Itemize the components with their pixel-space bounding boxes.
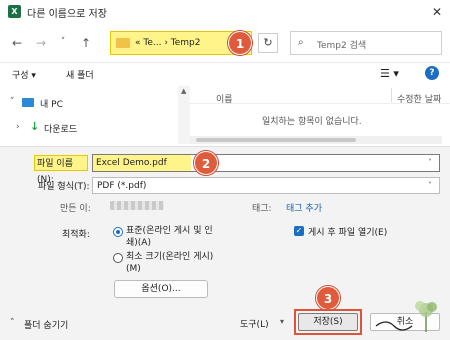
header-divider bbox=[190, 103, 450, 104]
new-folder-button[interactable]: 새 폴더 bbox=[66, 68, 94, 81]
chevron-down-icon[interactable]: ˅ bbox=[428, 181, 432, 190]
step-badge-1: 1 bbox=[228, 31, 252, 55]
watermark-logo bbox=[375, 301, 437, 332]
save-button[interactable]: 저장(S) bbox=[298, 313, 358, 331]
search-icon: ⌕ bbox=[298, 37, 304, 48]
optimize-label: 최적화: bbox=[62, 230, 90, 240]
refresh-icon[interactable]: ↻ bbox=[258, 33, 278, 53]
file-type-select[interactable]: PDF (*.pdf) ˅ bbox=[92, 177, 440, 194]
navigation-pane bbox=[0, 86, 178, 144]
hide-folders-button[interactable]: 폴더 숨기기 bbox=[24, 318, 68, 331]
options-button[interactable]: 옵션(O)... bbox=[114, 280, 208, 298]
organize-menu-button[interactable]: 구성 ▾ bbox=[12, 68, 36, 81]
chevron-up-icon[interactable]: ˄ bbox=[10, 318, 15, 328]
search-input[interactable]: Temp2 검색 bbox=[317, 38, 366, 51]
scroll-up-arrow-icon[interactable]: ▲ bbox=[181, 87, 186, 95]
author-value-blurred[interactable] bbox=[110, 201, 164, 210]
tools-dropdown-icon[interactable]: ▾ bbox=[280, 317, 284, 326]
step-badge-3: 3 bbox=[316, 286, 340, 310]
view-options-icon[interactable]: ☰ ▾ bbox=[380, 67, 399, 80]
optimize-standard-radio[interactable] bbox=[113, 227, 123, 237]
computer-icon bbox=[22, 98, 34, 107]
optimize-minimum-radio[interactable] bbox=[113, 253, 123, 263]
open-after-publish-label[interactable]: 게시 후 파일 열기(E) bbox=[308, 225, 387, 238]
file-type-value: PDF (*.pdf) bbox=[97, 181, 147, 191]
step-badge-2: 2 bbox=[194, 151, 218, 175]
breadcrumb[interactable]: « Te... › Temp2 bbox=[135, 38, 201, 48]
download-icon: ↓ bbox=[30, 120, 40, 133]
close-button[interactable]: ✕ bbox=[428, 3, 446, 21]
tree-item-downloads[interactable]: 다운로드 bbox=[44, 122, 77, 135]
tools-menu-button[interactable]: 도구(L) bbox=[240, 317, 269, 330]
excel-app-icon: X bbox=[8, 5, 21, 18]
file-type-label: 파일 형식(T): bbox=[38, 182, 90, 192]
add-tag-link[interactable]: 태그 추가 bbox=[286, 201, 322, 214]
up-arrow-icon[interactable]: ↑ bbox=[78, 34, 94, 52]
scrollbar-thumb[interactable] bbox=[196, 138, 356, 142]
optimize-standard-label[interactable]: 표준(온라인 게시 및 인쇄)(A) bbox=[126, 225, 220, 249]
window-title: 다른 이름으로 저장 bbox=[27, 9, 107, 20]
forward-arrow-icon[interactable]: → bbox=[33, 34, 49, 52]
expand-chevron-icon[interactable]: ˅ bbox=[10, 97, 15, 107]
optimize-minimum-label[interactable]: 최소 크기(온라인 게시)(M) bbox=[126, 251, 220, 275]
recent-locations-chevron-icon[interactable]: ˅ bbox=[55, 33, 71, 51]
folder-icon bbox=[116, 38, 130, 48]
file-name-label: 파일 이름(N): bbox=[34, 155, 88, 185]
tags-label: 태그: bbox=[252, 204, 272, 214]
back-arrow-icon[interactable]: ← bbox=[9, 34, 25, 52]
chevron-down-icon[interactable]: ˅ bbox=[428, 158, 432, 167]
toolbar-divider bbox=[0, 62, 450, 63]
empty-folder-message: 일치하는 항목이 없습니다. bbox=[262, 117, 362, 127]
author-label: 만든 이: bbox=[60, 204, 91, 214]
open-after-publish-checkbox[interactable]: ✓ bbox=[294, 226, 304, 236]
help-icon[interactable]: ? bbox=[425, 66, 439, 80]
tree-item-this-pc[interactable]: 내 PC bbox=[40, 97, 63, 110]
file-name-field[interactable]: Excel Demo.pdf ˅ bbox=[92, 154, 440, 172]
collapse-chevron-icon[interactable]: › bbox=[16, 122, 20, 132]
column-divider[interactable] bbox=[391, 88, 392, 102]
search-box[interactable]: ⌕ Temp2 검색 bbox=[290, 31, 442, 55]
file-name-value[interactable]: Excel Demo.pdf bbox=[93, 155, 191, 171]
